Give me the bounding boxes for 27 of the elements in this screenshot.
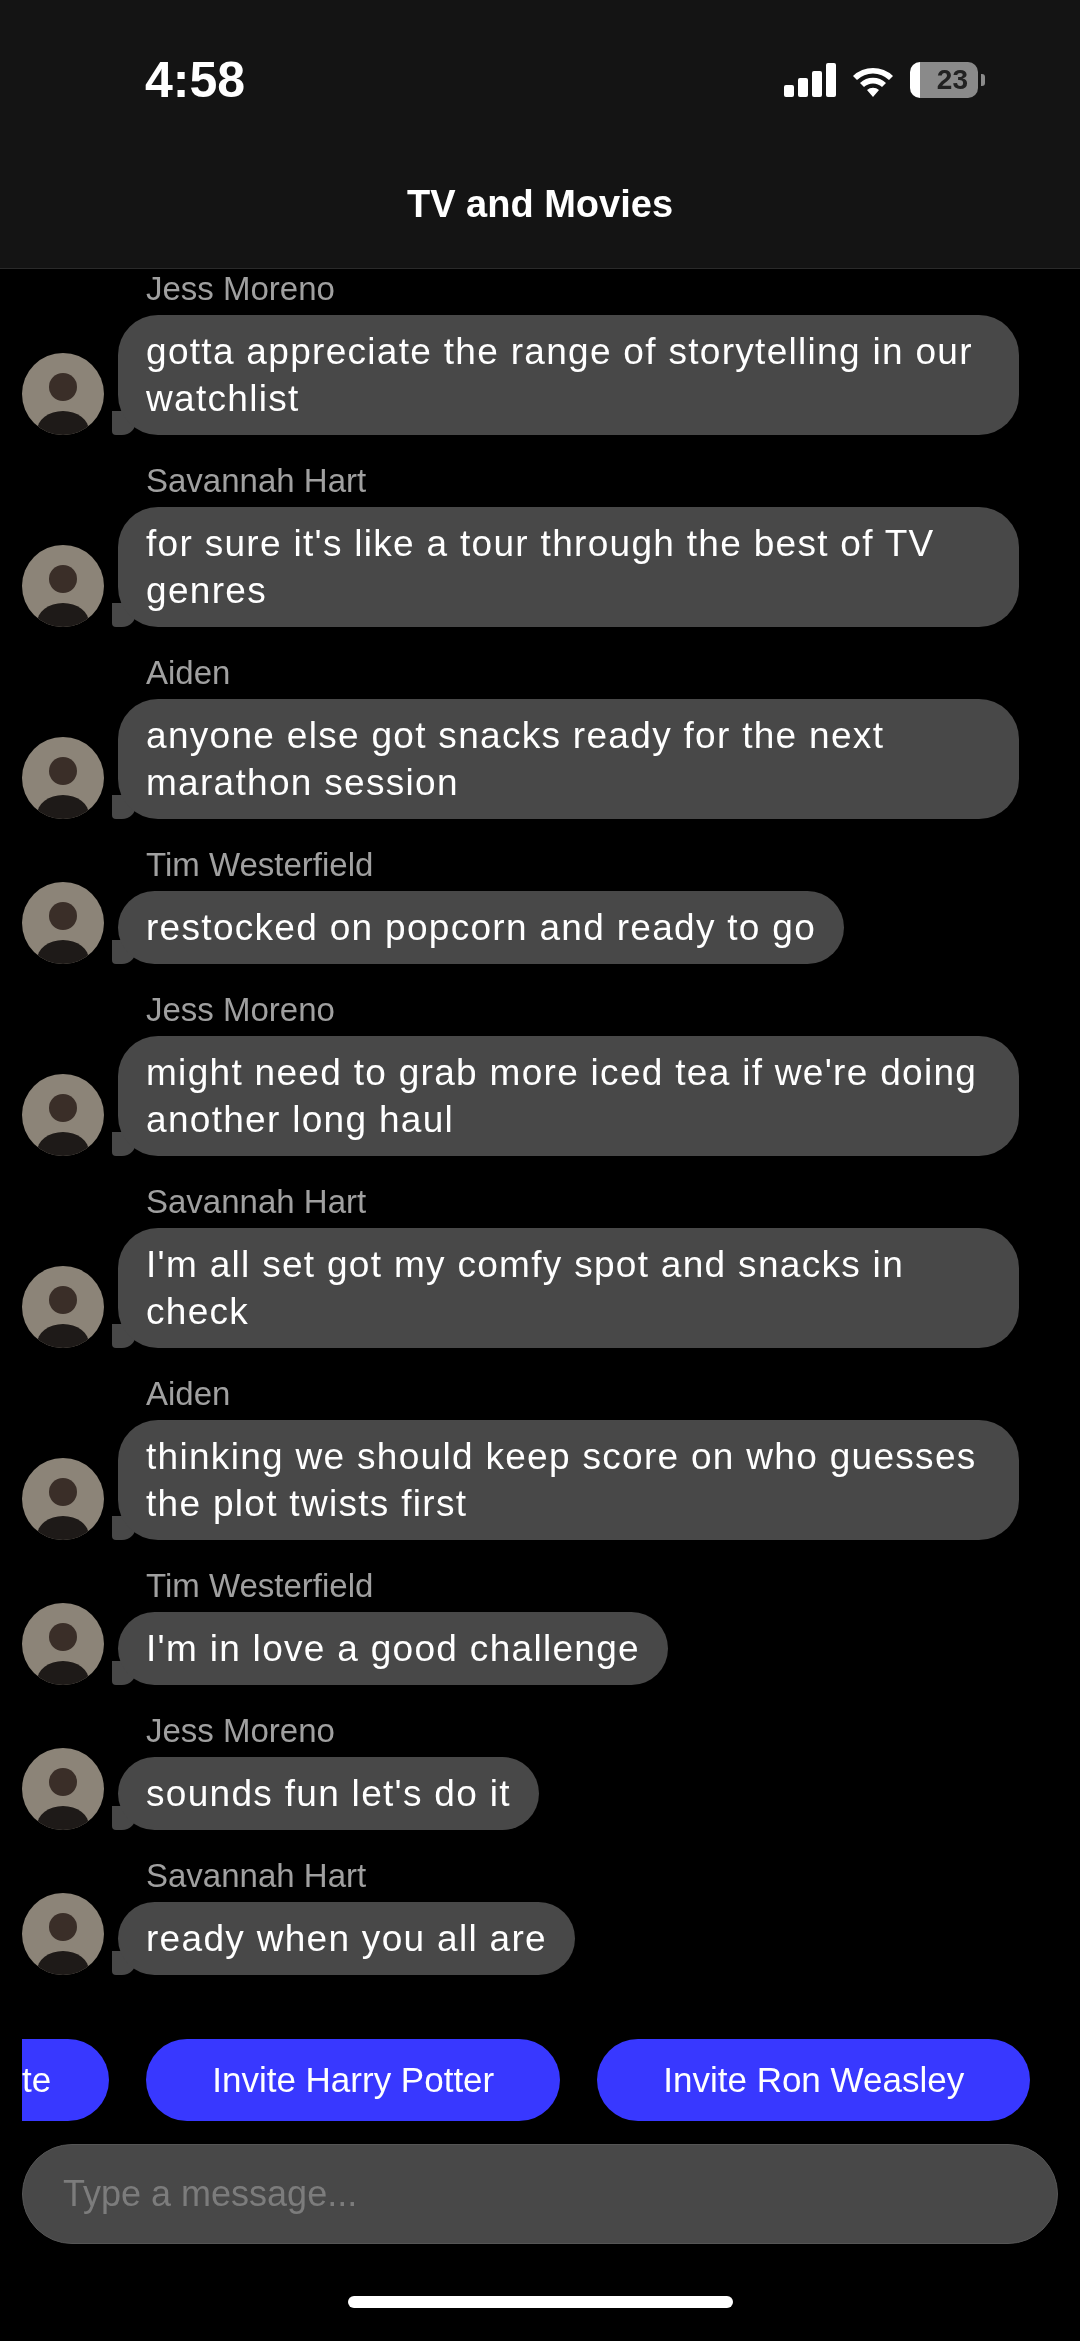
invite-button[interactable]: Invite Harry Potter [146, 2039, 561, 2121]
sender-name: Jess Moreno [146, 990, 335, 1030]
chat-title: TV and Movies [406, 182, 674, 226]
sender-name: Jess Moreno [146, 1711, 335, 1751]
sender-name: Jess Moreno [146, 269, 335, 309]
message-bubble: restocked on popcorn and ready to go [118, 891, 845, 964]
message-bubble: thinking we should keep score on who guesses the plot twists first [118, 1420, 1019, 1540]
invite-button[interactable]: Invite Ron Weasley [597, 2039, 1031, 2121]
sender-name: Savannah Hart [146, 461, 367, 501]
message-bubble: I'm in love a good challenge [118, 1612, 668, 1685]
status-time: 4:58 [145, 51, 246, 109]
message-bubble: might need to grab more iced tea if we're doing another long haul [118, 1036, 1019, 1156]
invite-button[interactable]: te [22, 2039, 110, 2121]
message-bubble: ready when you all are [118, 1902, 575, 1975]
message-bubble: gotta appreciate the range of storytelling in our watchlist [118, 315, 1019, 435]
sender-name: Tim Westerfield [146, 1566, 374, 1606]
message-bubble: sounds fun let's do it [118, 1757, 539, 1830]
sender-name: Tim Westerfield [146, 845, 374, 885]
sender-name: Aiden [146, 1374, 231, 1414]
sender-name: Aiden [146, 653, 231, 693]
message-bubble: for sure it's like a tour through the best of TV genres [118, 507, 1019, 627]
battery-icon: 23 [910, 62, 978, 98]
sender-name: Savannah Hart [146, 1182, 367, 1222]
sender-name: Savannah Hart [146, 1856, 367, 1896]
signal-icon [784, 63, 836, 97]
message-bubble: I'm all set got my comfy spot and snacks in check [118, 1228, 1019, 1348]
message-bubble: anyone else got snacks ready for the next marathon session [118, 699, 1019, 819]
